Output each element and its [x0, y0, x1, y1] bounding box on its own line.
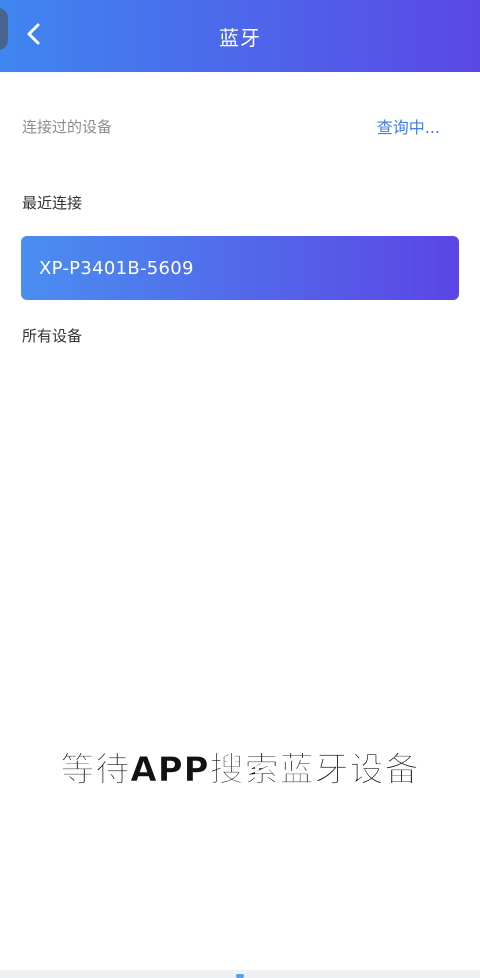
query-status-link[interactable]: 查询中... — [377, 114, 440, 138]
home-indicator — [236, 974, 244, 978]
device-item-recent[interactable]: XP-P3401B-5609 — [21, 236, 459, 300]
recent-connection-label: 最近连接 — [22, 194, 83, 212]
back-button[interactable] — [14, 16, 54, 56]
chevron-left-icon — [24, 22, 44, 50]
bluetooth-screen: 蓝牙 连接过的设备 查询中... 最近连接 XP-P3401B-5609 所有设… — [0, 0, 480, 978]
connected-devices-label: 连接过的设备 — [22, 117, 113, 136]
all-devices-label: 所有设备 — [22, 327, 83, 345]
page-title: 蓝牙 — [219, 25, 261, 50]
overlay-caption: 等待APP搜索蓝牙设备 — [60, 750, 420, 791]
connected-devices-row: 连接过的设备 查询中... — [22, 112, 440, 140]
device-name: XP-P3401B-5609 — [39, 257, 194, 279]
app-header: 蓝牙 — [0, 0, 480, 72]
corner-overlay — [0, 8, 8, 50]
